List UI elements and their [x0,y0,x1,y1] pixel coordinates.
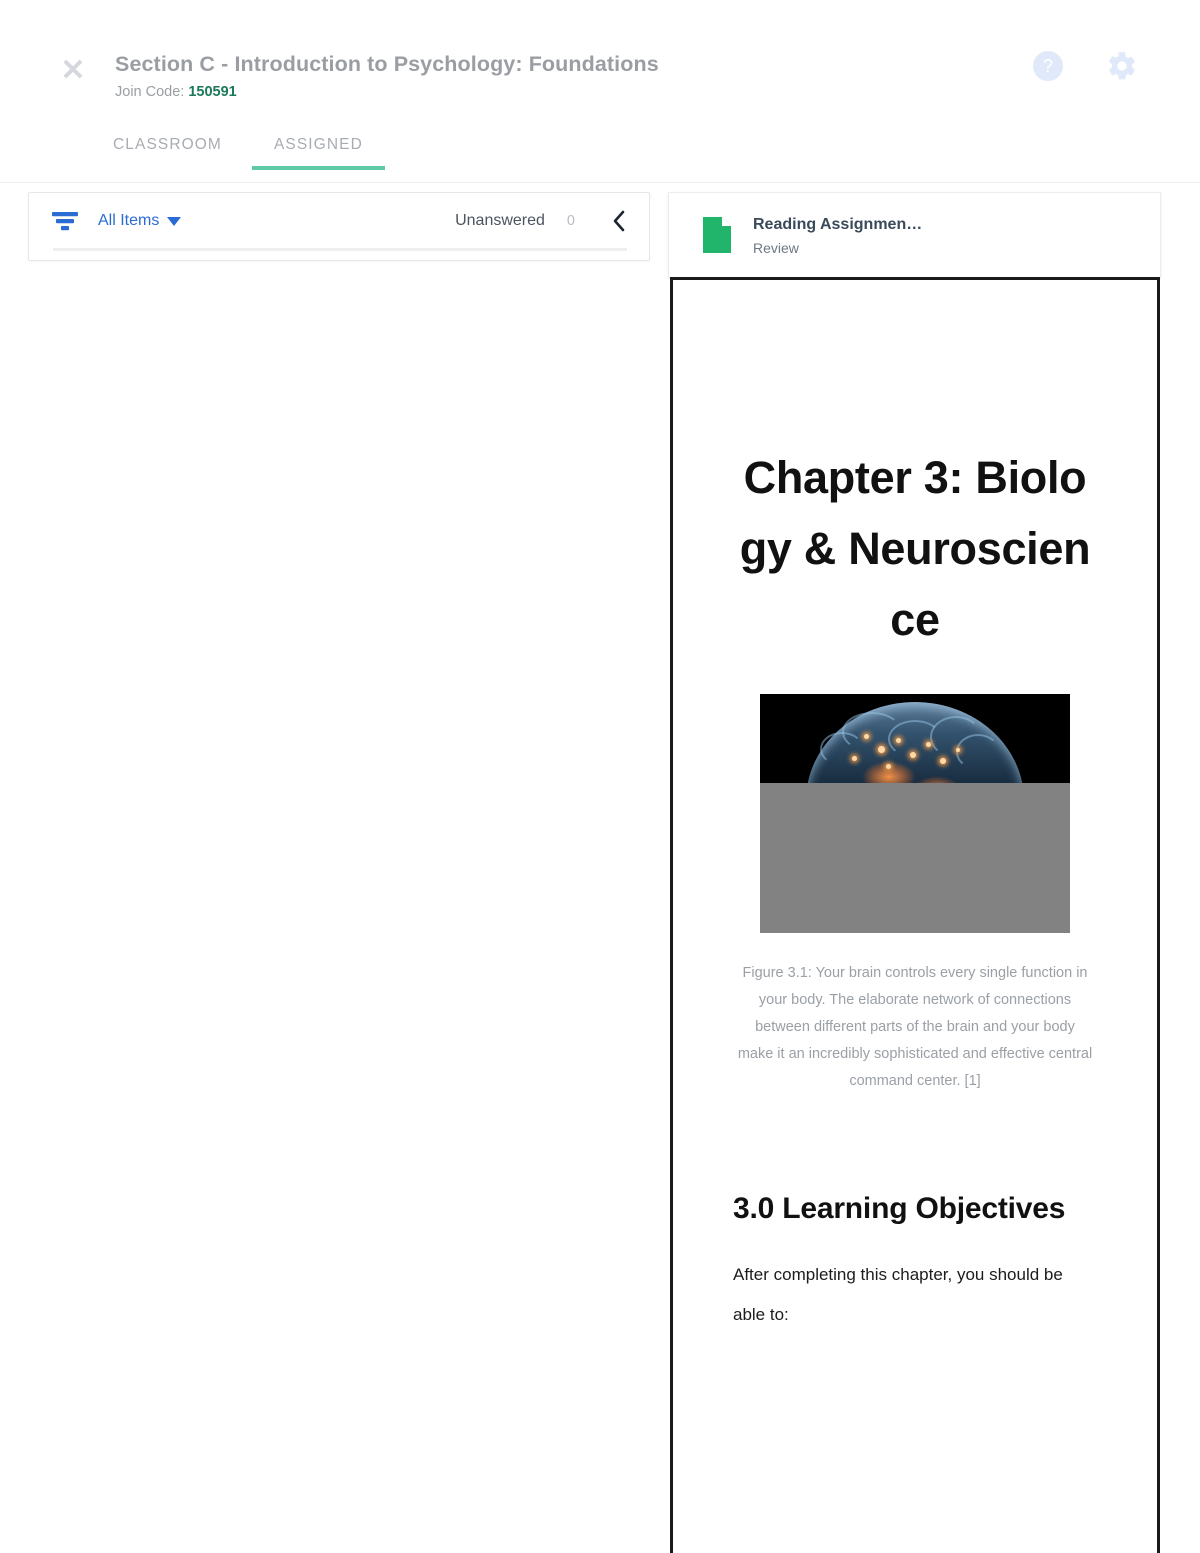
assignment-subtitle: Review [753,239,799,256]
tab-classroom[interactable]: CLASSROOM [113,136,252,170]
neuron-spark-2 [878,746,885,753]
join-code: Join Code: 150591 [115,82,659,102]
figure-loaded-region [760,694,1070,783]
neuron-spark-5 [926,742,931,747]
tab-bar: CLASSROOM ASSIGNED [113,136,385,170]
unanswered-label: Unanswered [455,212,545,229]
filter-icon[interactable] [51,210,79,232]
close-icon[interactable]: ✕ [58,56,88,86]
chevron-left-icon[interactable] [611,209,627,233]
neuron-spark-4 [910,752,916,758]
document-icon [703,217,731,253]
page-header: ✕ Section C - Introduction to Psychology… [0,0,1200,182]
brain-figure-image [760,694,1070,933]
tab-assigned[interactable]: ASSIGNED [251,136,385,170]
figure-block: Figure 3.1: Your brain controls every si… [733,694,1097,1095]
brain-fold-5 [956,734,1000,770]
title-block: Section C - Introduction to Psychology: … [115,50,659,102]
gear-icon[interactable] [1106,50,1138,82]
brain-fold-4 [820,732,864,766]
header-actions: ? [1033,50,1138,82]
join-code-label: Join Code: [115,84,185,100]
page-title: Section C - Introduction to Psychology: … [115,52,659,76]
tab-baseline-divider [0,182,1200,183]
filter-row: All Items Unanswered 0 [29,193,651,249]
section-body-text: After completing this chapter, you shoul… [733,1265,1063,1324]
document-content: Chapter 3: Biology & Neuroscience Figure… [673,442,1157,1335]
chevron-down-icon[interactable] [167,216,182,226]
neuron-spark-3 [896,738,901,743]
section-heading: 3.0 Learning Objectives [733,1192,1066,1225]
neuron-spark-9 [956,748,960,752]
help-icon[interactable]: ? [1033,51,1063,81]
assignment-header-card[interactable]: Reading Assignmen… Review [668,192,1161,278]
unanswered-count: 0 [566,213,575,229]
filter-underline [53,248,627,251]
neuron-spark-6 [852,756,857,761]
assignment-title: Reading Assignmen… [753,215,923,233]
filter-panel: All Items Unanswered 0 [28,192,650,261]
chapter-heading: Chapter 3: Biology & Neuroscience [739,452,1091,645]
document-preview-frame[interactable]: Chapter 3: Biology & Neuroscience Figure… [670,277,1160,1553]
neuron-spark-8 [886,764,891,769]
neuron-spark-7 [940,758,946,764]
neuron-spark-1 [864,734,869,739]
assignment-text: Reading Assignmen… Review [753,214,922,257]
filter-dropdown-label[interactable]: All Items [98,212,159,230]
figure-caption: Figure 3.1: Your brain controls every si… [737,965,1093,1089]
join-code-value: 150591 [188,84,237,100]
